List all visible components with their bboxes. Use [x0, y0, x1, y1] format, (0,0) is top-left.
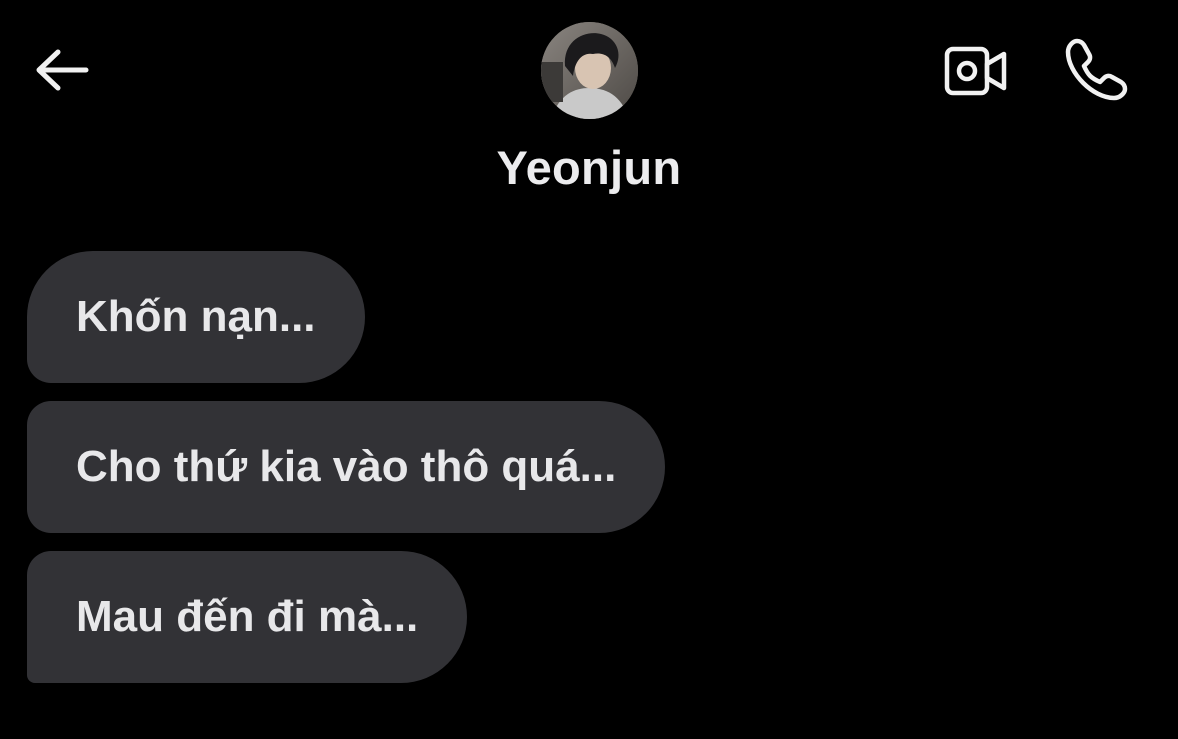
contact-name[interactable]: Yeonjun: [0, 140, 1178, 195]
back-button[interactable]: [30, 44, 92, 96]
avatar[interactable]: [541, 22, 638, 119]
phone-icon: [1065, 38, 1128, 101]
message-bubble[interactable]: Mau đến đi mà...: [27, 551, 468, 683]
message-text: Mau đến đi mà...: [76, 592, 419, 641]
video-camera-icon: [944, 46, 1007, 96]
message-text: Cho thứ kia vào thô quá...: [76, 442, 617, 491]
arrow-left-icon: [36, 49, 89, 91]
video-call-button[interactable]: [938, 38, 1014, 104]
message-bubble[interactable]: Cho thứ kia vào thô quá...: [27, 401, 666, 533]
voice-call-button[interactable]: [1056, 32, 1136, 108]
profile-photo-icon: [541, 22, 638, 119]
message-text: Khốn nạn...: [76, 292, 316, 341]
message-bubble[interactable]: Khốn nạn...: [27, 251, 365, 383]
